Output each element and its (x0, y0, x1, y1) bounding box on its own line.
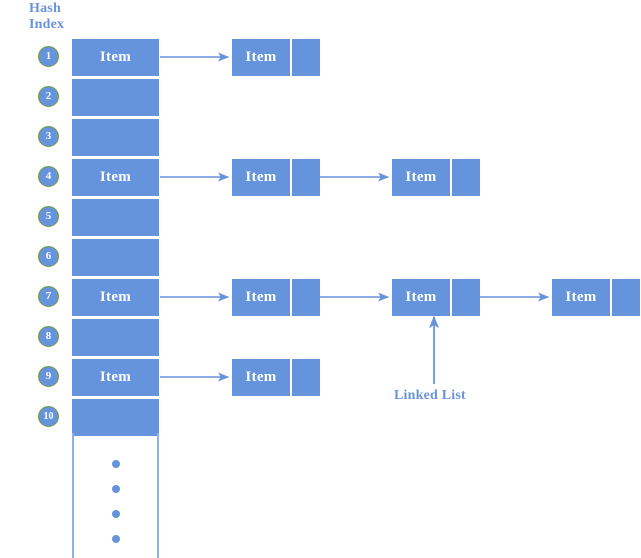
hash-bucket-9[interactable]: Item (72, 359, 159, 396)
chain-node-row9-1[interactable]: Item (232, 359, 320, 396)
chain-node-data-cell: Item (232, 39, 290, 76)
hash-bucket-4[interactable]: Item (72, 159, 159, 196)
chain-node-pointer-cell (292, 39, 320, 76)
hash-bucket-1[interactable]: Item (72, 39, 159, 76)
chain-node-row7-3[interactable]: Item (552, 279, 640, 316)
hash-index-circle-6[interactable]: 6 (38, 246, 59, 267)
hash-bucket-8[interactable] (72, 319, 159, 356)
hash-index-circle-1[interactable]: 1 (38, 46, 59, 67)
hash-index-circle-3[interactable]: 3 (38, 126, 59, 147)
chain-node-data-cell: Item (232, 159, 290, 196)
chain-node-row7-2[interactable]: Item (392, 279, 480, 316)
chain-node-row1-1[interactable]: Item (232, 39, 320, 76)
hash-index-circle-7[interactable]: 7 (38, 286, 59, 307)
chain-node-data-cell: Item (232, 359, 290, 396)
ellipsis-dot-icon (111, 510, 120, 518)
chain-node-pointer-cell (292, 159, 320, 196)
chain-node-pointer-cell (452, 279, 480, 316)
chain-node-row4-1[interactable]: Item (232, 159, 320, 196)
chain-node-pointer-cell (292, 279, 320, 316)
hash-index-heading: Hash Index (29, 1, 65, 32)
ellipsis-dot-icon (111, 485, 120, 493)
hash-bucket-7[interactable]: Item (72, 279, 159, 316)
hash-bucket-3[interactable] (72, 119, 159, 156)
linked-list-callout-label: Linked List (394, 388, 466, 403)
hash-index-circle-4[interactable]: 4 (38, 166, 59, 187)
chain-node-row7-1[interactable]: Item (232, 279, 320, 316)
bucket-continuation-bracket (72, 433, 159, 558)
hash-bucket-10[interactable] (72, 399, 159, 436)
ellipsis-dot-icon (111, 460, 120, 468)
chain-node-pointer-cell (292, 359, 320, 396)
chain-node-pointer-cell (452, 159, 480, 196)
hash-table-diagram: Hash Index 1 2 3 4 5 6 7 8 9 10 Item Ite… (0, 0, 641, 558)
hash-bucket-2[interactable] (72, 79, 159, 116)
hash-index-circle-10[interactable]: 10 (38, 406, 59, 427)
hash-index-circle-9[interactable]: 9 (38, 366, 59, 387)
ellipsis-dot-icon (111, 535, 120, 543)
hash-bucket-6[interactable] (72, 239, 159, 276)
chain-node-data-cell: Item (552, 279, 610, 316)
hash-index-circle-8[interactable]: 8 (38, 326, 59, 347)
chain-node-data-cell: Item (392, 279, 450, 316)
hash-index-circle-5[interactable]: 5 (38, 206, 59, 227)
chain-node-row4-2[interactable]: Item (392, 159, 480, 196)
chain-node-data-cell: Item (392, 159, 450, 196)
hash-index-circle-2[interactable]: 2 (38, 86, 59, 107)
hash-bucket-5[interactable] (72, 199, 159, 236)
chain-node-pointer-cell (612, 279, 640, 316)
chain-node-data-cell: Item (232, 279, 290, 316)
